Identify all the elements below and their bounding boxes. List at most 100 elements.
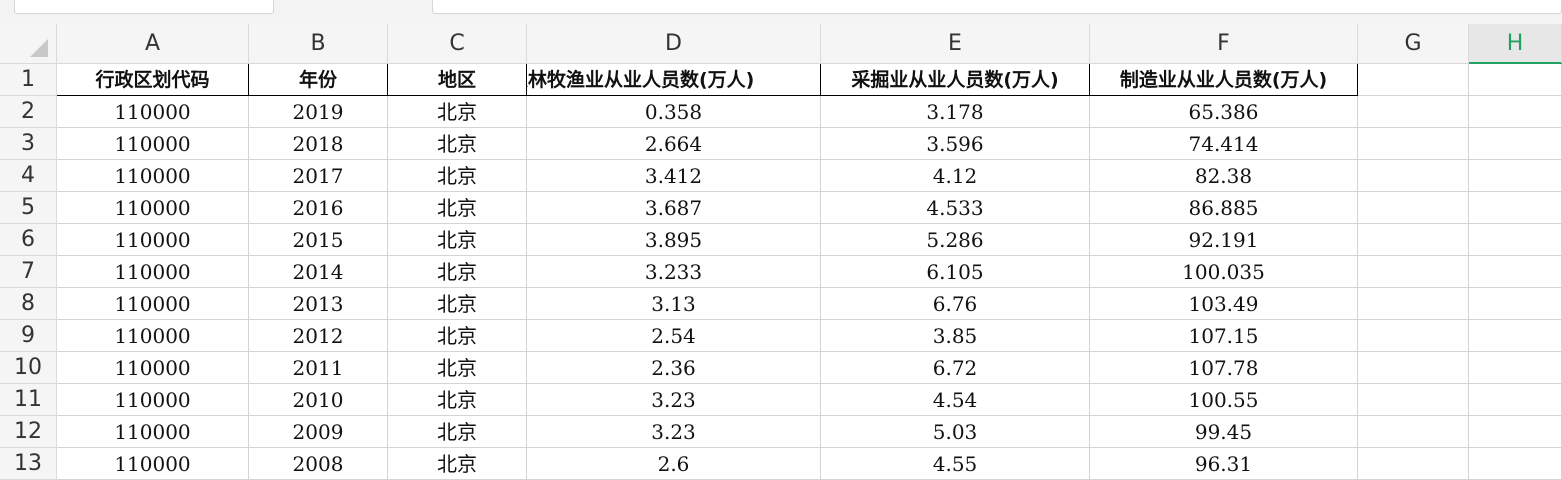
data-cell[interactable]: 2.6	[527, 448, 821, 480]
data-cell[interactable]: 99.45	[1090, 416, 1358, 448]
row-header-1[interactable]: 1	[0, 64, 57, 96]
data-cell[interactable]: 4.54	[821, 384, 1090, 416]
empty-cell[interactable]	[1358, 384, 1469, 416]
data-cell[interactable]: 2.54	[527, 320, 821, 352]
data-cell[interactable]: 北京	[388, 256, 527, 288]
header-cell-e[interactable]: 采掘业从业人员数(万人)	[821, 64, 1090, 96]
empty-cell[interactable]	[1358, 288, 1469, 320]
row-header-2[interactable]: 2	[0, 96, 57, 128]
empty-cell[interactable]	[1358, 224, 1469, 256]
empty-cell[interactable]	[1469, 192, 1562, 224]
data-cell[interactable]: 3.178	[821, 96, 1090, 128]
row-header-6[interactable]: 6	[0, 224, 57, 256]
data-cell[interactable]: 3.412	[527, 160, 821, 192]
data-cell[interactable]: 100.55	[1090, 384, 1358, 416]
column-header-d[interactable]: D	[527, 24, 821, 64]
data-cell[interactable]: 3.23	[527, 416, 821, 448]
data-cell[interactable]: 6.76	[821, 288, 1090, 320]
empty-cell[interactable]	[1469, 224, 1562, 256]
empty-cell[interactable]	[1469, 352, 1562, 384]
column-header-h[interactable]: H	[1469, 24, 1562, 64]
row-header-13[interactable]: 13	[0, 448, 57, 480]
data-cell[interactable]: 0.358	[527, 96, 821, 128]
empty-cell[interactable]	[1469, 416, 1562, 448]
data-cell[interactable]: 110000	[57, 288, 249, 320]
empty-cell[interactable]	[1358, 352, 1469, 384]
empty-cell[interactable]	[1358, 128, 1469, 160]
data-cell[interactable]: 6.72	[821, 352, 1090, 384]
data-cell[interactable]: 2013	[249, 288, 388, 320]
data-cell[interactable]: 4.55	[821, 448, 1090, 480]
data-cell[interactable]: 2012	[249, 320, 388, 352]
empty-cell[interactable]	[1469, 160, 1562, 192]
select-all-button[interactable]	[0, 24, 57, 64]
column-header-b[interactable]: B	[249, 24, 388, 64]
header-cell-c[interactable]: 地区	[388, 64, 527, 96]
empty-cell[interactable]	[1469, 96, 1562, 128]
column-header-a[interactable]: A	[57, 24, 249, 64]
header-cell-b[interactable]: 年份	[249, 64, 388, 96]
row-header-11[interactable]: 11	[0, 384, 57, 416]
data-cell[interactable]: 110000	[57, 192, 249, 224]
data-cell[interactable]: 100.035	[1090, 256, 1358, 288]
data-cell[interactable]: 北京	[388, 96, 527, 128]
empty-cell[interactable]	[1358, 64, 1469, 96]
spreadsheet-grid[interactable]: A B C D E F G H 1 2 3 4 5 6 7 8 9 10 11 12 13 行政区划代码 年份 地区 农林牧渔业…	[0, 24, 1562, 480]
data-cell[interactable]: 2015	[249, 224, 388, 256]
empty-cell[interactable]	[1358, 160, 1469, 192]
data-cell[interactable]: 4.533	[821, 192, 1090, 224]
data-cell[interactable]: 北京	[388, 128, 527, 160]
empty-cell[interactable]	[1469, 448, 1562, 480]
data-cell[interactable]: 110000	[57, 160, 249, 192]
empty-cell[interactable]	[1358, 416, 1469, 448]
data-cell[interactable]: 86.885	[1090, 192, 1358, 224]
data-cell[interactable]: 北京	[388, 192, 527, 224]
empty-cell[interactable]	[1469, 320, 1562, 352]
empty-cell[interactable]	[1469, 288, 1562, 320]
row-header-9[interactable]: 9	[0, 320, 57, 352]
row-header-10[interactable]: 10	[0, 352, 57, 384]
data-cell[interactable]: 110000	[57, 352, 249, 384]
data-cell[interactable]: 2016	[249, 192, 388, 224]
row-header-8[interactable]: 8	[0, 288, 57, 320]
data-cell[interactable]: 2.36	[527, 352, 821, 384]
data-cell[interactable]: 5.286	[821, 224, 1090, 256]
empty-cell[interactable]	[1469, 256, 1562, 288]
column-header-e[interactable]: E	[821, 24, 1090, 64]
data-cell[interactable]: 74.414	[1090, 128, 1358, 160]
empty-cell[interactable]	[1469, 128, 1562, 160]
row-header-5[interactable]: 5	[0, 192, 57, 224]
data-cell[interactable]: 3.233	[527, 256, 821, 288]
data-cell[interactable]: 110000	[57, 416, 249, 448]
empty-cell[interactable]	[1469, 64, 1562, 96]
data-cell[interactable]: 96.31	[1090, 448, 1358, 480]
empty-cell[interactable]	[1358, 320, 1469, 352]
data-cell[interactable]: 3.85	[821, 320, 1090, 352]
column-header-f[interactable]: F	[1090, 24, 1358, 64]
data-cell[interactable]: 2008	[249, 448, 388, 480]
data-cell[interactable]: 2010	[249, 384, 388, 416]
data-cell[interactable]: 2018	[249, 128, 388, 160]
data-cell[interactable]: 2.664	[527, 128, 821, 160]
data-cell[interactable]: 2019	[249, 96, 388, 128]
data-cell[interactable]: 92.191	[1090, 224, 1358, 256]
data-cell[interactable]: 82.38	[1090, 160, 1358, 192]
data-cell[interactable]: 107.15	[1090, 320, 1358, 352]
data-cell[interactable]: 110000	[57, 256, 249, 288]
header-cell-f[interactable]: 制造业从业人员数(万人)	[1090, 64, 1358, 96]
data-cell[interactable]: 北京	[388, 224, 527, 256]
empty-cell[interactable]	[1358, 96, 1469, 128]
row-header-12[interactable]: 12	[0, 416, 57, 448]
data-cell[interactable]: 3.596	[821, 128, 1090, 160]
data-cell[interactable]: 2014	[249, 256, 388, 288]
empty-cell[interactable]	[1358, 192, 1469, 224]
data-cell[interactable]: 3.895	[527, 224, 821, 256]
data-cell[interactable]: 北京	[388, 384, 527, 416]
row-header-7[interactable]: 7	[0, 256, 57, 288]
data-cell[interactable]: 2011	[249, 352, 388, 384]
header-cell-d[interactable]: 农林牧渔业从业人员数(万人)	[527, 64, 821, 96]
header-cell-a[interactable]: 行政区划代码	[57, 64, 249, 96]
data-cell[interactable]: 6.105	[821, 256, 1090, 288]
data-cell[interactable]: 北京	[388, 160, 527, 192]
data-cell[interactable]: 3.23	[527, 384, 821, 416]
